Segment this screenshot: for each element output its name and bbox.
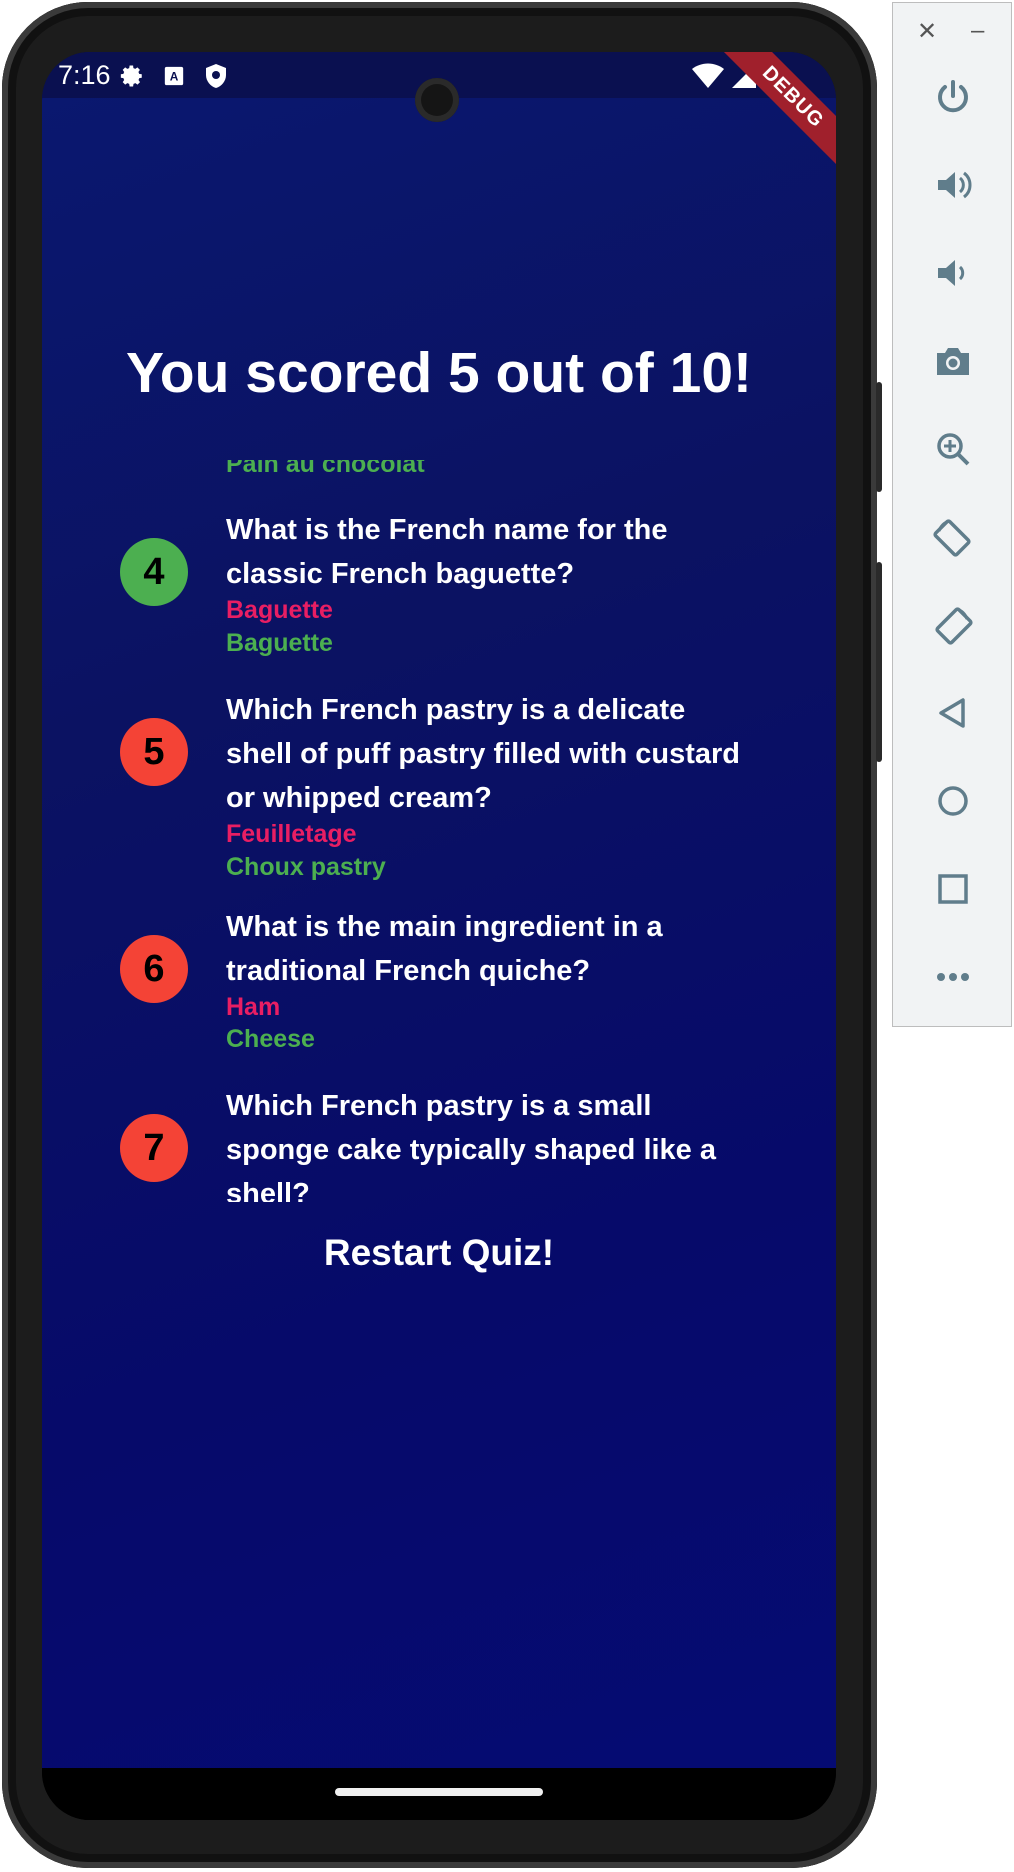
- home-indicator[interactable]: [335, 1788, 543, 1796]
- home-icon[interactable]: [929, 777, 977, 825]
- wifi-icon: [690, 62, 726, 90]
- volume-up-icon[interactable]: [929, 161, 977, 209]
- user-answer: Ham: [226, 993, 281, 1021]
- restart-quiz-button[interactable]: Restart Quiz!: [302, 1220, 576, 1286]
- gesture-nav-bar: [42, 1768, 836, 1820]
- phone-frame: 7:16 A DEBUG You scored 5 out of 10! Pai…: [2, 2, 882, 1868]
- correct-answer: Baguette: [226, 629, 333, 657]
- shield-icon: [202, 62, 230, 90]
- camera-icon[interactable]: [929, 337, 977, 385]
- more-icon[interactable]: [929, 953, 977, 1001]
- status-time: 7:16: [58, 60, 111, 90]
- question-text: Which French pastry is a delicate shell …: [226, 694, 740, 814]
- volume-down-icon[interactable]: [929, 249, 977, 297]
- back-icon[interactable]: [929, 689, 977, 737]
- questions-summary-list[interactable]: Pain au chocolat 4 What is the French na…: [42, 460, 836, 1202]
- zoom-icon[interactable]: [929, 425, 977, 473]
- score-title: You scored 5 out of 10!: [125, 341, 753, 405]
- question-number-badge: 4: [120, 538, 188, 606]
- correct-answer: Cheese: [226, 1025, 315, 1053]
- user-answer: Baguette: [226, 596, 333, 624]
- a-box-icon: A: [160, 62, 188, 90]
- front-camera: [415, 78, 459, 122]
- question-number-badge: 5: [120, 718, 188, 786]
- rotate-right-icon[interactable]: [929, 601, 977, 649]
- volume-rocker: [876, 382, 882, 492]
- user-answer: Feuilletage: [226, 820, 357, 848]
- question-number-badge: 7: [120, 1114, 188, 1182]
- question-text: What is the main ingredient in a traditi…: [226, 911, 663, 987]
- power-button: [876, 562, 882, 762]
- question-text: Which French pastry is a small sponge ca…: [226, 1090, 716, 1202]
- correct-answer: Choux pastry: [226, 853, 386, 881]
- power-icon[interactable]: [929, 73, 977, 121]
- quiz-results-screen: 7:16 A DEBUG You scored 5 out of 10! Pai…: [42, 52, 836, 1768]
- rotate-left-icon[interactable]: [929, 513, 977, 561]
- emulator-toolbar: ✕ –: [892, 2, 1012, 1027]
- close-icon[interactable]: ✕: [917, 17, 937, 46]
- overview-icon[interactable]: [929, 865, 977, 913]
- previous-correct-answer: Pain au chocolat: [226, 460, 425, 478]
- phone-screen: 7:16 A DEBUG You scored 5 out of 10! Pai…: [42, 52, 836, 1820]
- question-number-badge: 6: [120, 935, 188, 1003]
- svg-text:A: A: [170, 70, 179, 84]
- minimize-icon[interactable]: –: [971, 17, 984, 45]
- gear-icon: [118, 62, 146, 90]
- question-text: What is the French name for the classic …: [226, 514, 668, 590]
